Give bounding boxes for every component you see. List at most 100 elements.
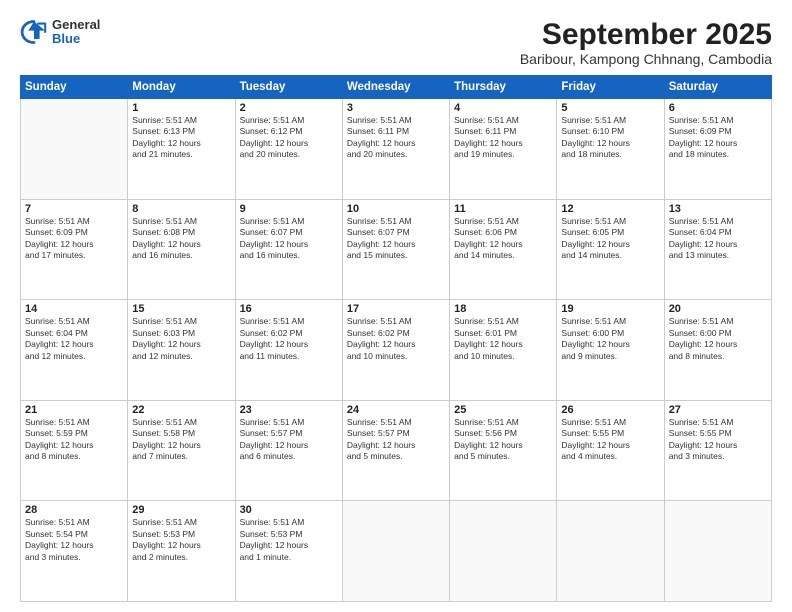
day-info-2: Sunrise: 5:51 AM Sunset: 6:12 PM Dayligh… xyxy=(240,115,338,161)
cell-w5-d3: 30Sunrise: 5:51 AM Sunset: 5:53 PM Dayli… xyxy=(235,501,342,602)
day-number-10: 10 xyxy=(347,203,445,215)
day-number-9: 9 xyxy=(240,203,338,215)
day-info-1: Sunrise: 5:51 AM Sunset: 6:13 PM Dayligh… xyxy=(132,115,230,161)
week-row-2: 7Sunrise: 5:51 AM Sunset: 6:09 PM Daylig… xyxy=(21,199,772,300)
logo-icon xyxy=(20,18,48,46)
day-info-18: Sunrise: 5:51 AM Sunset: 6:01 PM Dayligh… xyxy=(454,316,552,362)
col-friday: Friday xyxy=(557,76,664,99)
cell-w5-d2: 29Sunrise: 5:51 AM Sunset: 5:53 PM Dayli… xyxy=(128,501,235,602)
day-number-26: 26 xyxy=(561,404,659,416)
day-info-26: Sunrise: 5:51 AM Sunset: 5:55 PM Dayligh… xyxy=(561,417,659,463)
cell-w5-d5 xyxy=(450,501,557,602)
logo: General Blue xyxy=(20,18,100,47)
col-sunday: Sunday xyxy=(21,76,128,99)
cell-w1-d3: 2Sunrise: 5:51 AM Sunset: 6:12 PM Daylig… xyxy=(235,99,342,200)
day-number-14: 14 xyxy=(25,303,123,315)
cell-w3-d7: 20Sunrise: 5:51 AM Sunset: 6:00 PM Dayli… xyxy=(664,300,771,401)
cell-w2-d7: 13Sunrise: 5:51 AM Sunset: 6:04 PM Dayli… xyxy=(664,199,771,300)
cell-w3-d2: 15Sunrise: 5:51 AM Sunset: 6:03 PM Dayli… xyxy=(128,300,235,401)
day-number-30: 30 xyxy=(240,504,338,516)
cell-w4-d4: 24Sunrise: 5:51 AM Sunset: 5:57 PM Dayli… xyxy=(342,400,449,501)
day-info-21: Sunrise: 5:51 AM Sunset: 5:59 PM Dayligh… xyxy=(25,417,123,463)
day-number-18: 18 xyxy=(454,303,552,315)
cell-w2-d4: 10Sunrise: 5:51 AM Sunset: 6:07 PM Dayli… xyxy=(342,199,449,300)
cell-w5-d1: 28Sunrise: 5:51 AM Sunset: 5:54 PM Dayli… xyxy=(21,501,128,602)
logo-blue-text: Blue xyxy=(52,32,100,46)
col-wednesday: Wednesday xyxy=(342,76,449,99)
day-number-6: 6 xyxy=(669,102,767,114)
col-thursday: Thursday xyxy=(450,76,557,99)
day-info-24: Sunrise: 5:51 AM Sunset: 5:57 PM Dayligh… xyxy=(347,417,445,463)
cell-w5-d4 xyxy=(342,501,449,602)
col-monday: Monday xyxy=(128,76,235,99)
day-number-13: 13 xyxy=(669,203,767,215)
cell-w3-d5: 18Sunrise: 5:51 AM Sunset: 6:01 PM Dayli… xyxy=(450,300,557,401)
day-number-12: 12 xyxy=(561,203,659,215)
cell-w2-d1: 7Sunrise: 5:51 AM Sunset: 6:09 PM Daylig… xyxy=(21,199,128,300)
cell-w1-d4: 3Sunrise: 5:51 AM Sunset: 6:11 PM Daylig… xyxy=(342,99,449,200)
day-info-22: Sunrise: 5:51 AM Sunset: 5:58 PM Dayligh… xyxy=(132,417,230,463)
cell-w4-d5: 25Sunrise: 5:51 AM Sunset: 5:56 PM Dayli… xyxy=(450,400,557,501)
cell-w1-d2: 1Sunrise: 5:51 AM Sunset: 6:13 PM Daylig… xyxy=(128,99,235,200)
header-row: Sunday Monday Tuesday Wednesday Thursday… xyxy=(21,76,772,99)
day-info-8: Sunrise: 5:51 AM Sunset: 6:08 PM Dayligh… xyxy=(132,216,230,262)
cell-w1-d1 xyxy=(21,99,128,200)
day-number-19: 19 xyxy=(561,303,659,315)
day-info-25: Sunrise: 5:51 AM Sunset: 5:56 PM Dayligh… xyxy=(454,417,552,463)
day-number-8: 8 xyxy=(132,203,230,215)
day-number-16: 16 xyxy=(240,303,338,315)
cell-w4-d1: 21Sunrise: 5:51 AM Sunset: 5:59 PM Dayli… xyxy=(21,400,128,501)
cell-w4-d3: 23Sunrise: 5:51 AM Sunset: 5:57 PM Dayli… xyxy=(235,400,342,501)
day-number-11: 11 xyxy=(454,203,552,215)
day-number-29: 29 xyxy=(132,504,230,516)
day-info-6: Sunrise: 5:51 AM Sunset: 6:09 PM Dayligh… xyxy=(669,115,767,161)
page: General Blue September 2025 Baribour, Ka… xyxy=(0,0,792,612)
day-info-14: Sunrise: 5:51 AM Sunset: 6:04 PM Dayligh… xyxy=(25,316,123,362)
cell-w2-d6: 12Sunrise: 5:51 AM Sunset: 6:05 PM Dayli… xyxy=(557,199,664,300)
cell-w2-d5: 11Sunrise: 5:51 AM Sunset: 6:06 PM Dayli… xyxy=(450,199,557,300)
week-row-1: 1Sunrise: 5:51 AM Sunset: 6:13 PM Daylig… xyxy=(21,99,772,200)
day-info-29: Sunrise: 5:51 AM Sunset: 5:53 PM Dayligh… xyxy=(132,517,230,563)
day-number-15: 15 xyxy=(132,303,230,315)
logo-general-text: General xyxy=(52,18,100,32)
day-info-20: Sunrise: 5:51 AM Sunset: 6:00 PM Dayligh… xyxy=(669,316,767,362)
day-number-21: 21 xyxy=(25,404,123,416)
day-info-27: Sunrise: 5:51 AM Sunset: 5:55 PM Dayligh… xyxy=(669,417,767,463)
cell-w3-d3: 16Sunrise: 5:51 AM Sunset: 6:02 PM Dayli… xyxy=(235,300,342,401)
day-info-28: Sunrise: 5:51 AM Sunset: 5:54 PM Dayligh… xyxy=(25,517,123,563)
day-number-20: 20 xyxy=(669,303,767,315)
week-row-3: 14Sunrise: 5:51 AM Sunset: 6:04 PM Dayli… xyxy=(21,300,772,401)
day-number-24: 24 xyxy=(347,404,445,416)
cell-w1-d5: 4Sunrise: 5:51 AM Sunset: 6:11 PM Daylig… xyxy=(450,99,557,200)
calendar-header: Sunday Monday Tuesday Wednesday Thursday… xyxy=(21,76,772,99)
cell-w1-d6: 5Sunrise: 5:51 AM Sunset: 6:10 PM Daylig… xyxy=(557,99,664,200)
cell-w3-d1: 14Sunrise: 5:51 AM Sunset: 6:04 PM Dayli… xyxy=(21,300,128,401)
calendar-table: Sunday Monday Tuesday Wednesday Thursday… xyxy=(20,75,772,602)
cell-w4-d7: 27Sunrise: 5:51 AM Sunset: 5:55 PM Dayli… xyxy=(664,400,771,501)
day-info-10: Sunrise: 5:51 AM Sunset: 6:07 PM Dayligh… xyxy=(347,216,445,262)
cell-w5-d7 xyxy=(664,501,771,602)
day-number-28: 28 xyxy=(25,504,123,516)
day-number-17: 17 xyxy=(347,303,445,315)
day-number-5: 5 xyxy=(561,102,659,114)
col-tuesday: Tuesday xyxy=(235,76,342,99)
day-number-25: 25 xyxy=(454,404,552,416)
logo-text: General Blue xyxy=(52,18,100,47)
day-number-23: 23 xyxy=(240,404,338,416)
day-info-7: Sunrise: 5:51 AM Sunset: 6:09 PM Dayligh… xyxy=(25,216,123,262)
day-info-15: Sunrise: 5:51 AM Sunset: 6:03 PM Dayligh… xyxy=(132,316,230,362)
day-info-9: Sunrise: 5:51 AM Sunset: 6:07 PM Dayligh… xyxy=(240,216,338,262)
day-number-1: 1 xyxy=(132,102,230,114)
day-info-19: Sunrise: 5:51 AM Sunset: 6:00 PM Dayligh… xyxy=(561,316,659,362)
cell-w2-d3: 9Sunrise: 5:51 AM Sunset: 6:07 PM Daylig… xyxy=(235,199,342,300)
day-info-5: Sunrise: 5:51 AM Sunset: 6:10 PM Dayligh… xyxy=(561,115,659,161)
cell-w1-d7: 6Sunrise: 5:51 AM Sunset: 6:09 PM Daylig… xyxy=(664,99,771,200)
calendar-body: 1Sunrise: 5:51 AM Sunset: 6:13 PM Daylig… xyxy=(21,99,772,602)
day-info-16: Sunrise: 5:51 AM Sunset: 6:02 PM Dayligh… xyxy=(240,316,338,362)
cell-w4-d2: 22Sunrise: 5:51 AM Sunset: 5:58 PM Dayli… xyxy=(128,400,235,501)
header: General Blue September 2025 Baribour, Ka… xyxy=(20,18,772,67)
cell-w3-d4: 17Sunrise: 5:51 AM Sunset: 6:02 PM Dayli… xyxy=(342,300,449,401)
day-info-30: Sunrise: 5:51 AM Sunset: 5:53 PM Dayligh… xyxy=(240,517,338,563)
day-number-3: 3 xyxy=(347,102,445,114)
cell-w5-d6 xyxy=(557,501,664,602)
